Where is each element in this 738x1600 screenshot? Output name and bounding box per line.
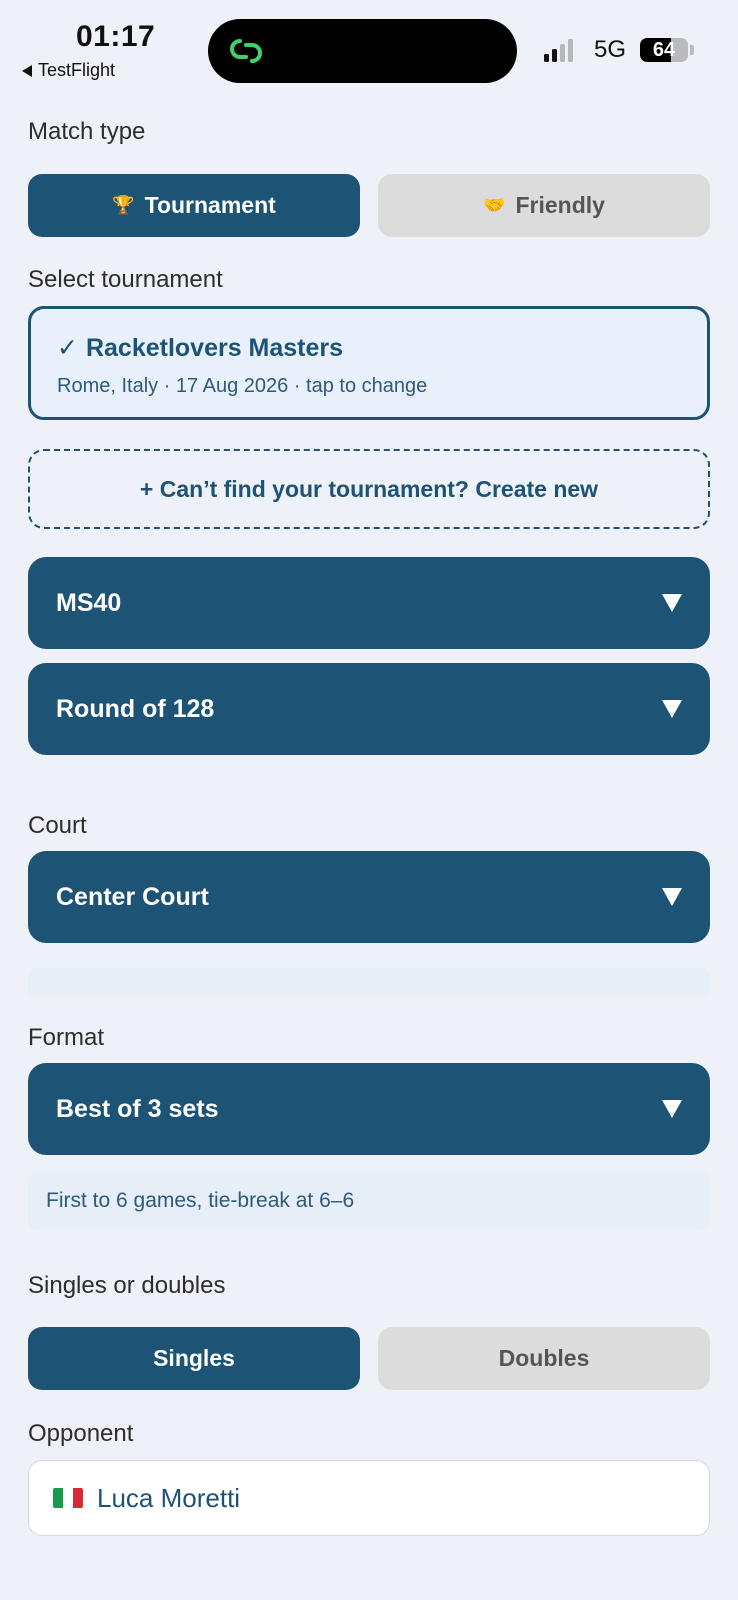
back-app-label: TestFlight — [38, 60, 116, 80]
chevron-down-icon — [662, 594, 682, 612]
select-tournament-label: Select tournament — [28, 266, 223, 293]
category-value: MS40 — [56, 588, 122, 617]
tournament-name-row: ✓ Racketlovers Masters — [57, 333, 681, 363]
opponent-label: Opponent — [28, 1420, 134, 1447]
round-value: Round of 128 — [56, 694, 215, 723]
court-label: Court — [28, 812, 87, 839]
category-dropdown[interactable]: MS40 — [28, 557, 710, 649]
court-dropdown[interactable]: Center Court — [28, 851, 710, 943]
dynamic-island — [208, 19, 517, 83]
opponent-name: Luca Moretti — [97, 1482, 241, 1513]
friendly-button[interactable]: 🤝 Friendly — [378, 174, 710, 237]
italy-flag-icon — [53, 1488, 83, 1508]
tournament-button[interactable]: 🏆 Tournament — [28, 174, 360, 237]
battery-tip — [690, 45, 694, 55]
link-rings-icon — [230, 39, 262, 63]
cellular-signal-icon — [544, 38, 573, 62]
chevron-down-icon — [662, 1100, 682, 1118]
battery-icon: 64 — [640, 38, 688, 62]
singles-doubles-label: Singles or doubles — [28, 1272, 226, 1299]
status-bar: 01:17 TestFlight 5G 64 — [0, 0, 738, 95]
format-hint: First to 6 games, tie-break at 6–6 — [28, 1172, 710, 1230]
round-dropdown[interactable]: Round of 128 — [28, 663, 710, 755]
handshake-icon: 🤝 — [483, 195, 506, 215]
chevron-down-icon — [662, 888, 682, 906]
opponent-field[interactable]: Luca Moretti — [28, 1460, 710, 1536]
format-dropdown[interactable]: Best of 3 sets — [28, 1063, 710, 1155]
check-icon: ✓ — [57, 334, 78, 362]
doubles-button-label: Doubles — [498, 1345, 590, 1371]
battery-percent: 64 — [652, 39, 676, 61]
status-time: 01:17 — [76, 20, 156, 53]
chevron-down-icon — [662, 700, 682, 718]
doubles-button[interactable]: Doubles — [378, 1327, 710, 1390]
trophy-icon: 🏆 — [112, 195, 135, 215]
singles-button-label: Singles — [153, 1345, 235, 1371]
singles-button[interactable]: Singles — [28, 1327, 360, 1390]
match-type-label: Match type — [28, 118, 146, 145]
format-value: Best of 3 sets — [56, 1094, 219, 1123]
network-type: 5G — [594, 36, 627, 63]
friendly-button-label: Friendly — [515, 192, 605, 218]
court-info-placeholder — [28, 968, 710, 996]
back-arrow-icon — [22, 64, 32, 77]
court-value: Center Court — [56, 882, 209, 911]
tournament-button-label: Tournament — [144, 192, 276, 218]
tournament-meta: Rome, Italy · 17 Aug 2026 · tap to chang… — [57, 375, 428, 397]
selected-tournament-card[interactable]: ✓ Racketlovers Masters Rome, Italy · 17 … — [28, 306, 710, 420]
back-to-app-link[interactable]: TestFlight — [22, 60, 115, 81]
tournament-name: Racketlovers Masters — [85, 333, 344, 362]
create-tournament-button[interactable]: + Can’t find your tournament? Create new — [28, 449, 710, 529]
format-label: Format — [28, 1024, 105, 1051]
